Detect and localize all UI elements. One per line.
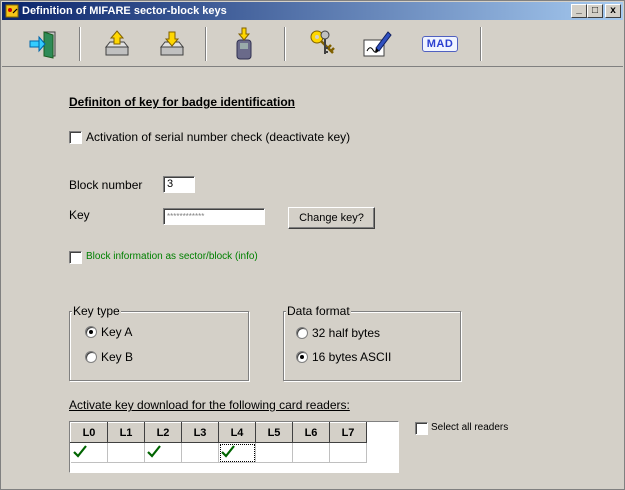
reader-cell-l5[interactable] [255,442,293,463]
select-all-label: Select all readers [431,422,509,433]
close-button[interactable]: x [605,4,621,18]
minimize-button[interactable]: _ [571,4,587,18]
keys-button[interactable] [303,25,343,63]
mad-icon: MAD [421,36,459,52]
reader-cell-l4[interactable] [218,442,256,463]
download-button[interactable] [152,25,192,63]
maximize-button[interactable]: □ [587,4,603,18]
block-number-label: Block number [69,178,143,192]
half-bytes-radio[interactable] [296,327,308,339]
serial-check-checkbox[interactable] [69,131,82,144]
data-format-group: Data format [283,304,461,381]
half-bytes-label: 32 half bytes [312,326,381,340]
reader-header-l6[interactable]: L6 [292,422,330,443]
change-key-button[interactable]: Change key? [288,207,375,229]
sign-button[interactable] [357,25,397,63]
upload-icon [104,30,130,56]
close-icon: x [610,5,616,16]
key-a-label: Key A [101,325,133,339]
reader-header-l4[interactable]: L4 [218,422,256,443]
reader-header-l2[interactable]: L2 [144,422,182,443]
key-type-group: Key type [69,304,249,381]
key-b-label: Key B [101,350,134,364]
download-to-device-button[interactable] [224,25,264,63]
readers-section-label: Activate key download for the following … [69,398,350,412]
check-mark-icon [72,444,87,458]
window-title: Definition of MIFARE sector-block keys [22,5,227,17]
toolbar-separator [205,27,207,61]
block-info-checkbox[interactable] [69,251,82,264]
reader-cell-l6[interactable] [292,442,330,463]
mad-button[interactable]: MAD [420,25,460,63]
toolbar: MAD [2,21,623,67]
ascii-radio[interactable] [296,351,308,363]
keys-icon [310,30,335,54]
key-label: Key [69,208,90,222]
key-a-radio[interactable] [85,326,97,338]
download-icon [159,31,185,56]
sign-icon [363,31,392,57]
reader-cell-l3[interactable] [181,442,219,463]
app-icon [4,3,20,19]
reader-cell-l0[interactable] [70,442,108,463]
exit-button[interactable] [24,25,64,63]
readers-header-row: L0 L1 L2 L3 L4 L5 L6 L7 [70,422,367,443]
exit-icon [29,31,56,59]
reader-header-l5[interactable]: L5 [255,422,293,443]
toolbar-separator [79,27,81,61]
data-format-title: Data format [286,304,351,318]
check-mark-icon [147,444,161,458]
toolbar-separator [284,27,286,61]
reader-header-l3[interactable]: L3 [181,422,219,443]
key-type-title: Key type [72,304,121,318]
block-info-label: Block information as sector/block (info) [86,251,258,262]
check-mark-icon [221,444,235,458]
block-number-input[interactable]: 3 [163,176,195,193]
key-input[interactable]: ************ [163,208,265,225]
reader-header-l1[interactable]: L1 [107,422,145,443]
readers-grid: L0 L1 L2 L3 L4 L5 L6 L7 [69,421,399,473]
page-heading: Definiton of key for badge identificatio… [69,95,296,109]
reader-header-l0[interactable]: L0 [70,422,108,443]
key-b-radio[interactable] [85,351,97,363]
reader-cell-l7[interactable] [329,442,367,463]
upload-button[interactable] [97,25,137,63]
reader-cell-l2[interactable] [144,442,182,463]
maximize-icon: □ [591,5,599,16]
reader-header-l7[interactable]: L7 [329,422,367,443]
select-all-checkbox[interactable] [415,422,428,435]
title-bar[interactable]: Definition of MIFARE sector-block keys _… [2,2,623,20]
ascii-label: 16 bytes ASCII [312,350,392,364]
toolbar-separator [480,27,482,61]
serial-check-label: Activation of serial number check (deact… [86,130,351,144]
download-to-device-icon [236,27,252,60]
reader-cell-l1[interactable] [107,442,145,463]
minimize-icon: _ [576,3,582,15]
readers-check-row [70,442,367,463]
main-window: Definition of MIFARE sector-block keys _… [0,0,625,490]
